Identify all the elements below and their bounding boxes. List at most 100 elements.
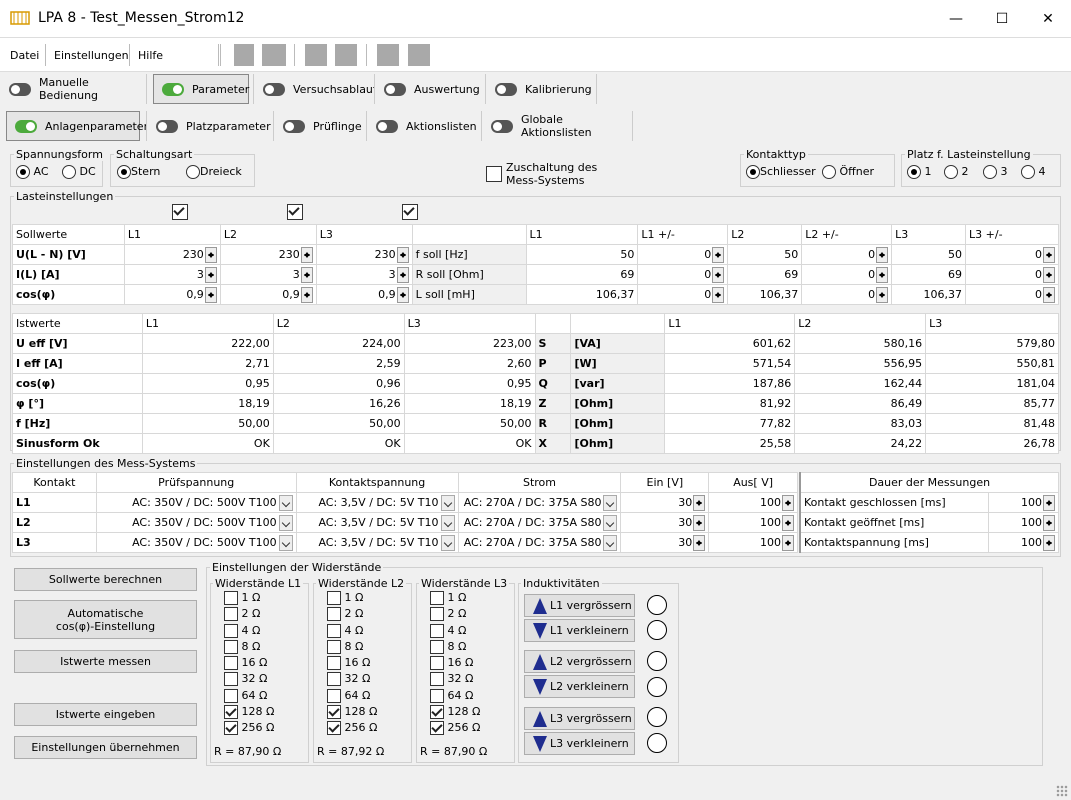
l3-vergroessern-button[interactable]: L3 vergrössern bbox=[524, 707, 635, 730]
spin-field[interactable]: 3 bbox=[315, 264, 413, 285]
comment-icon[interactable] bbox=[335, 44, 357, 66]
print-icon[interactable] bbox=[377, 44, 399, 66]
resistor-checkbox[interactable] bbox=[224, 721, 238, 736]
resistor-checkbox[interactable] bbox=[430, 672, 444, 687]
auto-cos-button[interactable]: Automatische cos(φ)-Einstellung bbox=[14, 600, 197, 639]
tab-auswertung[interactable]: Auswertung bbox=[375, 74, 485, 104]
resistor-checkbox-row[interactable]: 8 Ω bbox=[327, 639, 377, 655]
resistor-checkbox-row[interactable]: 256 Ω bbox=[224, 720, 274, 736]
chevron-down-icon[interactable] bbox=[603, 534, 618, 551]
resistor-checkbox[interactable] bbox=[224, 705, 238, 720]
spinner-icon[interactable] bbox=[712, 266, 725, 283]
spin-field[interactable]: 0,9 bbox=[123, 284, 221, 305]
radio-dc[interactable]: DC bbox=[62, 165, 96, 179]
resistor-checkbox-row[interactable]: 32 Ω bbox=[430, 671, 480, 687]
pruefspannung-dropdown[interactable]: AC: 350V / DC: 500V T100 bbox=[95, 532, 297, 553]
tab-anlagenparameter[interactable]: Anlagenparameter bbox=[6, 111, 148, 141]
spinner-icon[interactable] bbox=[782, 534, 794, 551]
l2-verkleinern-button[interactable]: L2 verkleinern bbox=[524, 675, 635, 698]
resistor-checkbox[interactable] bbox=[430, 656, 444, 671]
resistor-checkbox[interactable] bbox=[224, 672, 238, 687]
resistor-checkbox-row[interactable]: 32 Ω bbox=[224, 671, 274, 687]
resistor-checkbox[interactable] bbox=[327, 591, 341, 605]
resistor-checkbox-row[interactable]: 1 Ω bbox=[327, 590, 377, 606]
last-l3-checkbox[interactable] bbox=[402, 204, 418, 220]
menu-datei[interactable]: Datei bbox=[10, 49, 39, 62]
resistor-checkbox-row[interactable]: 8 Ω bbox=[430, 639, 480, 655]
spin-field[interactable]: 0 bbox=[801, 284, 893, 305]
spinner-icon[interactable] bbox=[1043, 286, 1055, 303]
resistor-checkbox[interactable] bbox=[224, 656, 238, 671]
istwerte-eingeben-button[interactable]: Istwerte eingeben bbox=[14, 703, 197, 726]
dauer-spin-field[interactable]: 100 bbox=[988, 532, 1059, 553]
resistor-checkbox[interactable] bbox=[430, 705, 444, 720]
resistor-checkbox[interactable] bbox=[327, 688, 341, 703]
spinner-icon[interactable] bbox=[204, 246, 217, 263]
spin-field[interactable]: 230 bbox=[219, 244, 317, 265]
resistor-checkbox-row[interactable]: 4 Ω bbox=[327, 623, 377, 639]
spin-field[interactable]: 0,9 bbox=[315, 284, 413, 305]
aus-spin-field[interactable]: 100 bbox=[708, 512, 798, 533]
resistor-checkbox-row[interactable]: 1 Ω bbox=[430, 590, 480, 606]
new-file-icon[interactable] bbox=[234, 44, 254, 66]
spin-field[interactable]: 230 bbox=[123, 244, 221, 265]
spinner-icon[interactable] bbox=[712, 246, 725, 263]
resistor-checkbox-row[interactable]: 64 Ω bbox=[327, 688, 377, 704]
resistor-checkbox-row[interactable]: 2 Ω bbox=[224, 606, 274, 622]
resize-grip-icon[interactable] bbox=[1056, 785, 1068, 797]
ein-spin-field[interactable]: 30 bbox=[620, 532, 710, 553]
spinner-icon[interactable] bbox=[782, 494, 794, 511]
tab-kalibrierung[interactable]: Kalibrierung bbox=[486, 74, 596, 104]
last-l1-checkbox[interactable] bbox=[172, 204, 188, 220]
aus-spin-field[interactable]: 100 bbox=[708, 532, 798, 553]
resistor-checkbox[interactable] bbox=[430, 607, 444, 622]
tab-parameter[interactable]: Parameter bbox=[153, 74, 249, 104]
spinner-icon[interactable] bbox=[396, 246, 409, 263]
chevron-down-icon[interactable] bbox=[278, 494, 293, 511]
spinner-icon[interactable] bbox=[712, 286, 725, 303]
spinner-icon[interactable] bbox=[782, 514, 794, 531]
tab-pruflinge[interactable]: Prüflinge bbox=[274, 111, 366, 141]
tab-versuchsablauf[interactable]: Versuchsablauf bbox=[254, 74, 377, 104]
close-button[interactable]: ✕ bbox=[1025, 0, 1071, 38]
spinner-icon[interactable] bbox=[396, 266, 409, 283]
resistor-checkbox[interactable] bbox=[327, 656, 341, 671]
resistor-checkbox-row[interactable]: 128 Ω bbox=[430, 704, 480, 720]
tab-platzparameter[interactable]: Platzparameter bbox=[147, 111, 273, 141]
radio-platz-3[interactable]: 3 bbox=[983, 165, 1008, 179]
strom-dropdown[interactable]: AC: 270A / DC: 375A S80 bbox=[457, 532, 622, 553]
minimize-button[interactable]: — bbox=[933, 0, 979, 38]
chevron-down-icon[interactable] bbox=[603, 494, 618, 511]
resistor-checkbox-row[interactable]: 16 Ω bbox=[430, 655, 480, 671]
radio-schliesser[interactable]: Schliesser bbox=[746, 165, 816, 179]
spinner-icon[interactable] bbox=[1043, 494, 1055, 511]
kontaktspannung-dropdown[interactable]: AC: 3,5V / DC: 5V T10 bbox=[295, 512, 459, 533]
zuschaltung-checkbox[interactable]: Zuschaltung des Mess-Systems bbox=[486, 161, 597, 187]
resistor-checkbox-row[interactable]: 8 Ω bbox=[224, 639, 274, 655]
spinner-icon[interactable] bbox=[693, 514, 706, 531]
spin-field[interactable]: 0 bbox=[965, 264, 1059, 285]
maximize-button[interactable]: ☐ bbox=[979, 0, 1025, 38]
chevron-down-icon[interactable] bbox=[440, 514, 455, 531]
spinner-icon[interactable] bbox=[396, 286, 409, 303]
resistor-checkbox-row[interactable]: 4 Ω bbox=[430, 623, 480, 639]
menu-hilfe[interactable]: Hilfe bbox=[138, 49, 163, 62]
resistor-checkbox-row[interactable]: 256 Ω bbox=[327, 720, 377, 736]
spinner-icon[interactable] bbox=[693, 494, 706, 511]
resistor-checkbox[interactable] bbox=[224, 591, 238, 605]
radio-ac[interactable]: AC bbox=[16, 165, 49, 179]
resistor-checkbox-row[interactable]: 16 Ω bbox=[224, 655, 274, 671]
spin-field[interactable]: 3 bbox=[123, 264, 221, 285]
spin-field[interactable]: 0 bbox=[637, 284, 729, 305]
l1-vergroessern-button[interactable]: L1 vergrössern bbox=[524, 594, 635, 617]
radio-stern[interactable]: Stern bbox=[117, 165, 160, 179]
spin-field[interactable]: 0 bbox=[637, 264, 729, 285]
spin-field[interactable]: 3 bbox=[219, 264, 317, 285]
kontaktspannung-dropdown[interactable]: AC: 3,5V / DC: 5V T10 bbox=[295, 492, 459, 513]
l1-verkleinern-button[interactable]: L1 verkleinern bbox=[524, 619, 635, 642]
resistor-checkbox[interactable] bbox=[224, 623, 238, 638]
resistor-checkbox[interactable] bbox=[327, 705, 341, 720]
resistor-checkbox-row[interactable]: 64 Ω bbox=[430, 688, 480, 704]
resistor-checkbox-row[interactable]: 2 Ω bbox=[327, 606, 377, 622]
resistor-checkbox[interactable] bbox=[430, 688, 444, 703]
